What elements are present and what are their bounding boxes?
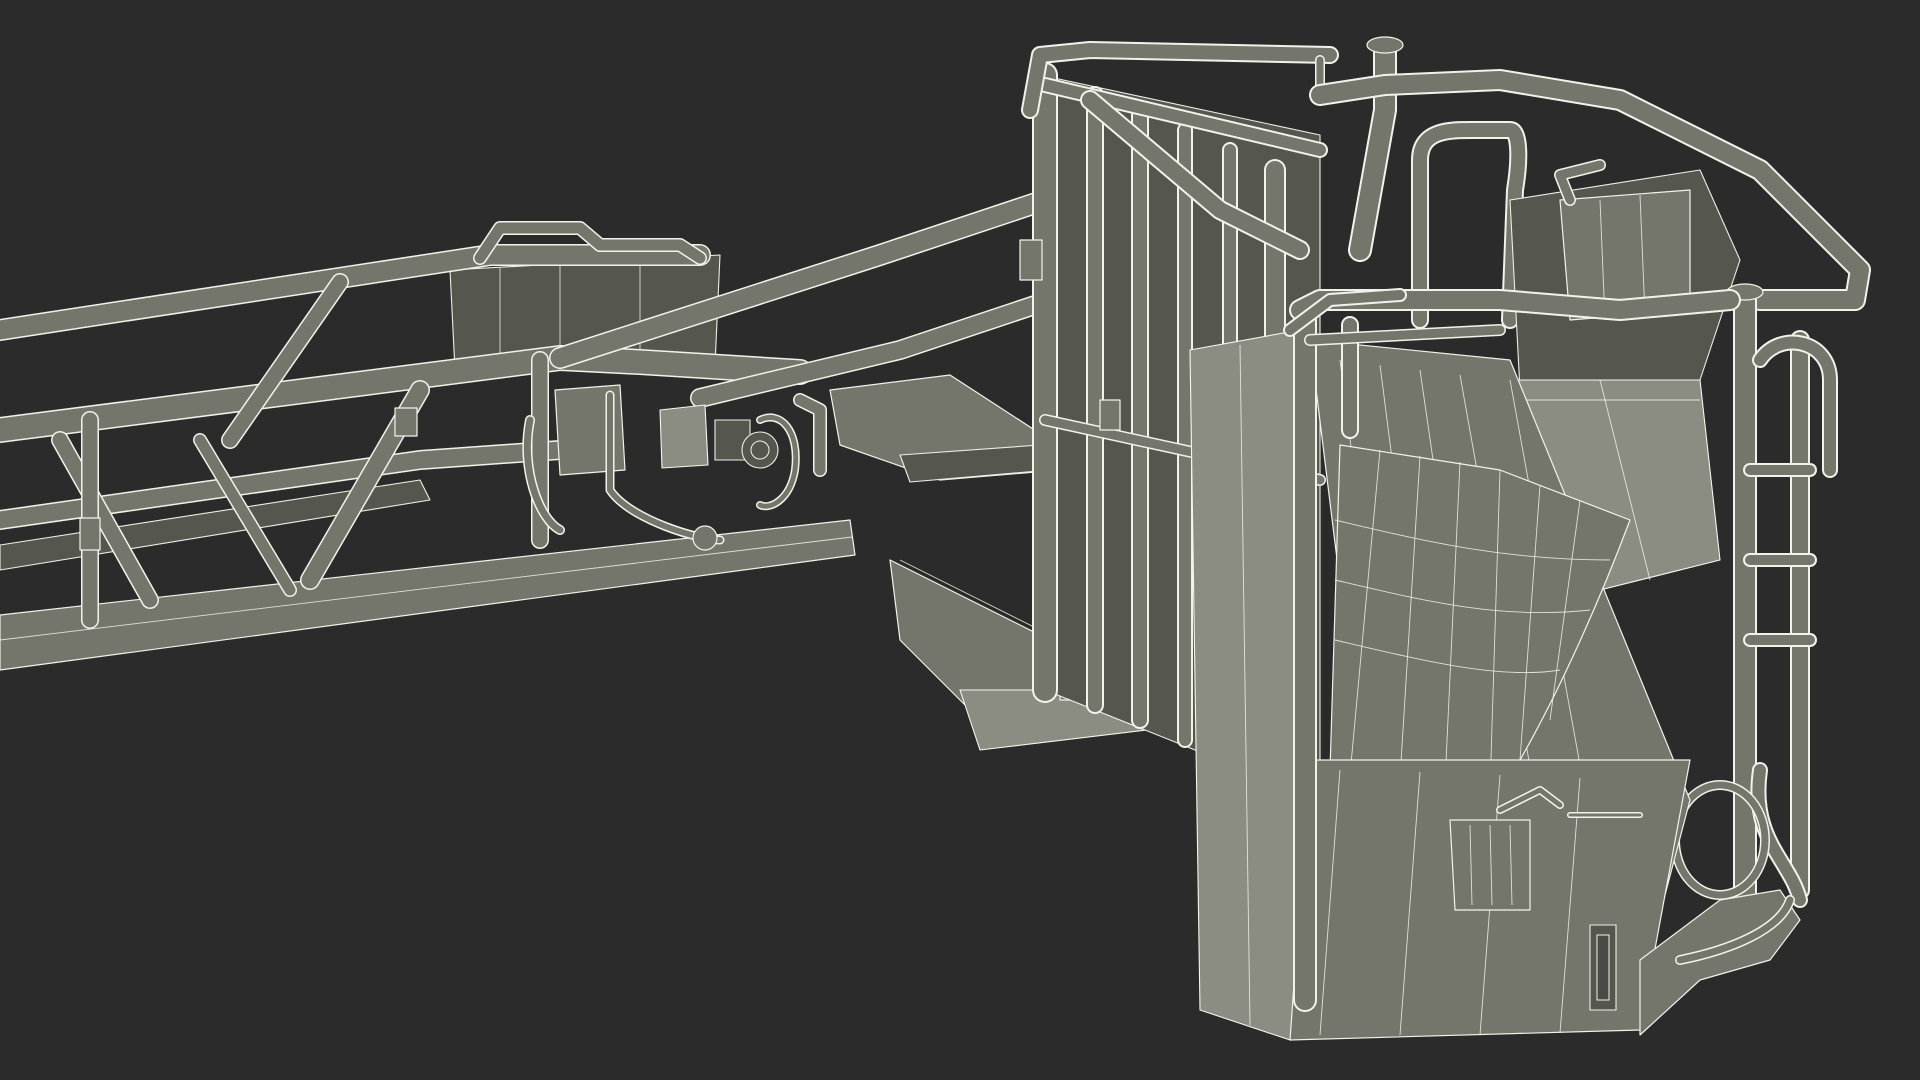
crush-floor-base <box>1639 889 1801 1036</box>
floor-step <box>1639 889 1801 1036</box>
hydraulic-assembly <box>522 384 827 551</box>
render-viewport <box>0 0 1920 1080</box>
pump-motor <box>741 431 779 469</box>
truss-clamp <box>79 517 101 551</box>
post-cap <box>1366 36 1404 54</box>
wireframe-3d-model <box>0 36 1871 1041</box>
front-left-plate <box>1189 329 1311 1041</box>
control-box <box>659 404 709 469</box>
